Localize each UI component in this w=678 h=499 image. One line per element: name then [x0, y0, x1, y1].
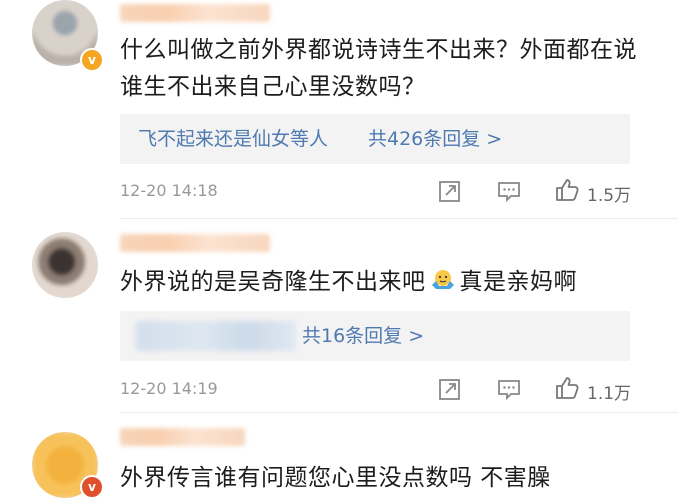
verified-badge-icon: v [80, 48, 104, 72]
like-count: 1.1万 [587, 384, 632, 404]
reply-author-blurred[interactable] [136, 321, 296, 351]
verified-badge-icon: v [80, 475, 104, 499]
comment-text: 外界说的是吴奇隆生不出来吧 真是亲妈啊 [120, 264, 640, 301]
comment-time: 12-20 14:19 [120, 379, 218, 398]
username-blurred[interactable] [120, 234, 270, 252]
divider [120, 412, 678, 413]
comment-text: 外界传言谁有问题您心里没点数吗 不害臊 [120, 465, 551, 491]
username-blurred[interactable] [120, 4, 270, 22]
comment-time: 12-20 14:18 [120, 181, 218, 200]
comment-icon[interactable] [496, 178, 522, 204]
reply-box[interactable]: 共16条回复 > [120, 311, 630, 361]
reply-author[interactable]: 飞不起来还是仙女等人 [138, 114, 328, 164]
reply-box[interactable]: 飞不起来还是仙女等人 共426条回复 > [120, 114, 630, 164]
comment-text-part: 外界说的是吴奇隆生不出来吧 [120, 269, 426, 295]
comment-icon[interactable] [496, 376, 522, 402]
like-icon[interactable] [554, 375, 580, 401]
repost-icon[interactable] [437, 178, 463, 204]
repost-icon[interactable] [437, 376, 463, 402]
reply-count-link[interactable]: 共16条回复 > [302, 311, 424, 361]
comment-item: v 什么叫做之前外界都说诗诗生不出来？外面都在说谁生不出来自己心里没数吗？ 飞不… [0, 0, 678, 220]
avatar[interactable] [32, 232, 98, 298]
comment-text: 什么叫做之前外界都说诗诗生不出来？外面都在说谁生不出来自己心里没数吗？ [120, 37, 637, 100]
shrug-emoji [431, 270, 454, 289]
like-icon[interactable] [554, 177, 580, 203]
reply-count-link[interactable]: 共426条回复 > [368, 114, 502, 164]
username-blurred[interactable] [120, 428, 245, 446]
comment-item: v 外界传言谁有问题您心里没点数吗 不害臊 [0, 420, 678, 499]
like-count: 1.5万 [587, 186, 632, 206]
divider [120, 218, 678, 219]
comment-text-part: 真是亲妈啊 [459, 269, 577, 295]
comment-item: 外界说的是吴奇隆生不出来吧 真是亲妈啊 共16条回复 > 12-20 14:19… [0, 220, 678, 420]
